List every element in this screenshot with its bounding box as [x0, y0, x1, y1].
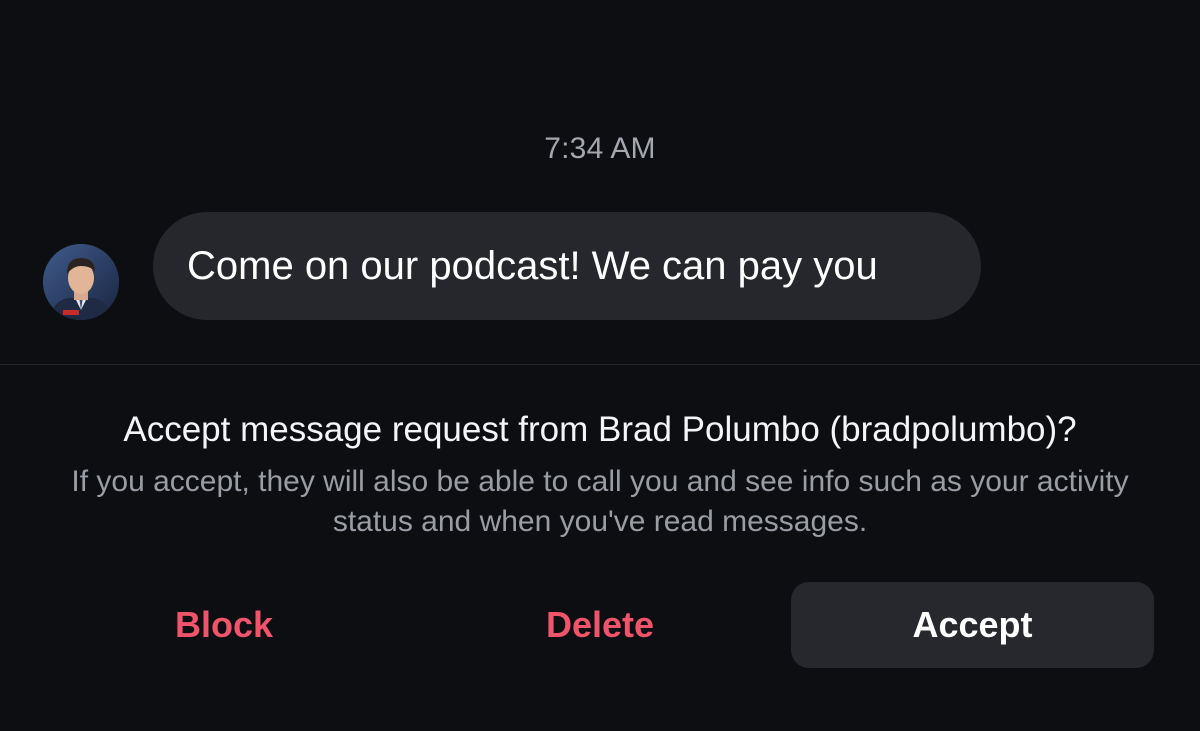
delete-button[interactable]: Delete: [420, 582, 780, 668]
message-request-title: Accept message request from Brad Polumbo…: [123, 410, 1077, 449]
avatar[interactable]: [43, 244, 119, 320]
message-row: Come on our podcast! We can pay you: [43, 212, 1143, 320]
block-button[interactable]: Block: [44, 582, 404, 668]
message-bubble[interactable]: Come on our podcast! We can pay you: [153, 212, 981, 320]
message-request-description: If you accept, they will also be able to…: [71, 465, 1129, 538]
divider: [0, 364, 1200, 365]
accept-button[interactable]: Accept: [791, 582, 1154, 668]
profile-photo: [43, 244, 119, 320]
message-timestamp: 7:34 AM: [544, 132, 656, 165]
